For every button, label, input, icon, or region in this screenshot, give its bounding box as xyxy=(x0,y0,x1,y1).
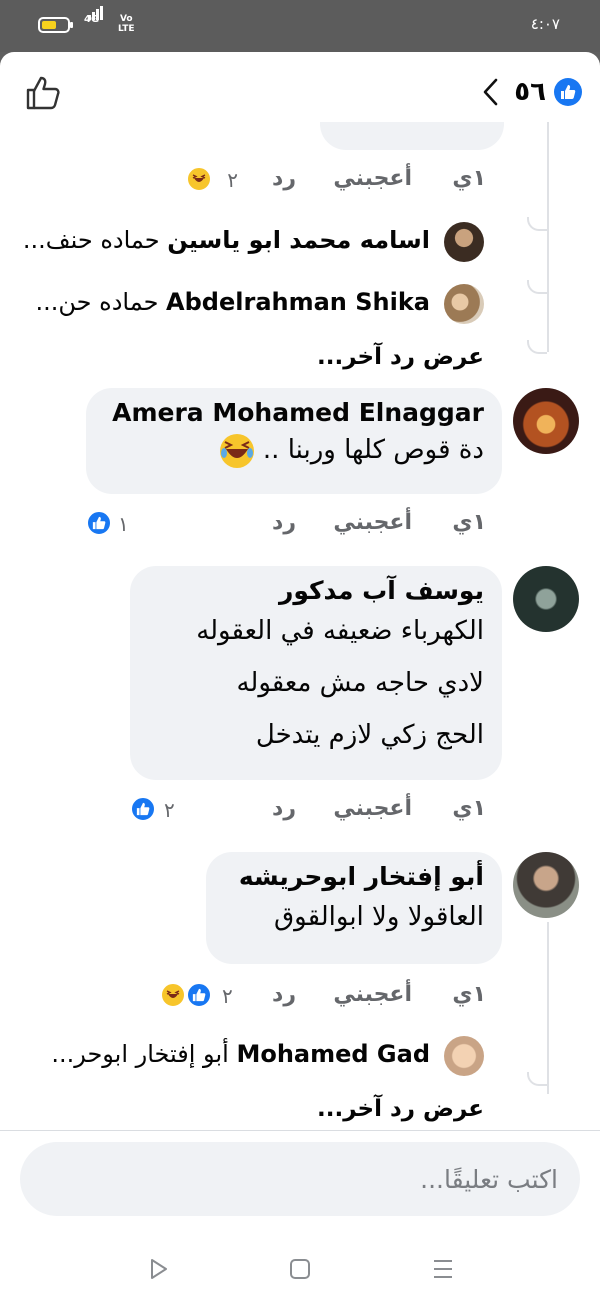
haha-reaction-icon xyxy=(186,166,212,192)
clock: ٤:٠٧ xyxy=(530,15,560,33)
reaction-summary[interactable]: ٥٦ xyxy=(478,76,582,108)
comment-input[interactable] xyxy=(20,1142,580,1216)
comment-actions: ١ي أعجبني رد ٢ xyxy=(130,796,486,830)
comment-text: دة قوص كلها وربنا .. xyxy=(104,427,484,473)
like-reaction-icon xyxy=(86,510,112,536)
comment-bubble[interactable]: يوسف آب مدكور الكهرباء ضعيفه في العقوله … xyxy=(130,566,502,780)
comment-time: ١ي xyxy=(452,982,486,1007)
reaction-count: ١ xyxy=(118,512,129,536)
system-nav-bar xyxy=(0,1242,600,1300)
thread-line xyxy=(547,922,549,1094)
back-nav-icon[interactable] xyxy=(145,1256,171,1282)
haha-reaction-icon xyxy=(160,982,186,1008)
battery-icon xyxy=(38,17,73,33)
reply-author: اسامه محمد ابو ياسين xyxy=(167,226,430,254)
status-bar: 4G Vo LTE ٤:٠٧ xyxy=(0,0,600,52)
comment-text-line: الحج زكي لازم يتدخل xyxy=(255,720,484,750)
comment-actions: ١ي أعجبني رد ١ xyxy=(86,510,486,544)
reply-text: أبو إفتخار ابوحر... xyxy=(51,1040,229,1068)
thumbs-up-outline-icon xyxy=(26,76,60,110)
thread-branch xyxy=(527,217,547,231)
comment-time: ١ي xyxy=(452,796,486,821)
reaction-count: ٥٦ xyxy=(514,77,546,107)
chevron-left-icon[interactable] xyxy=(478,77,504,107)
comment-author[interactable]: أبو إفتخار ابوحريشه xyxy=(224,862,484,891)
comment-text-line: الكهرباء ضعيفه في العقوله xyxy=(196,616,484,646)
like-button[interactable]: أعجبني xyxy=(333,796,412,821)
comment-bubble[interactable] xyxy=(320,122,504,150)
comment-actions: ١ي أعجبني رد ٢ xyxy=(160,982,486,1016)
menu-nav-icon[interactable] xyxy=(430,1256,456,1282)
comment-author[interactable]: Amera Mohamed Elnaggar xyxy=(104,398,484,427)
avatar[interactable] xyxy=(444,1036,484,1076)
reaction-count: ٢ xyxy=(222,984,233,1008)
like-reaction-icon xyxy=(554,78,582,106)
like-button[interactable]: أعجبني xyxy=(333,982,412,1007)
view-more-replies[interactable]: عرض رد آخر... xyxy=(317,344,484,370)
volte-indicator: Vo LTE xyxy=(118,14,135,34)
thread-line xyxy=(547,122,549,222)
avatar[interactable] xyxy=(444,284,484,324)
reply-preview[interactable]: Mohamed Gad أبو إفتخار ابوحر... xyxy=(51,1040,430,1068)
like-reaction-icon xyxy=(186,982,212,1008)
comment-time: ١ي xyxy=(452,166,486,191)
thread-branch xyxy=(527,1072,547,1086)
avatar[interactable] xyxy=(513,852,579,918)
comment-time: ١ي xyxy=(452,510,486,535)
like-post-button[interactable] xyxy=(24,74,62,112)
avatar[interactable] xyxy=(513,388,579,454)
comments-sheet: ٥٦ ١ي أعجبني رد ٢ اسامه محمد ابو ياسين ح… xyxy=(0,52,600,1300)
comment-bubble[interactable]: أبو إفتخار ابوحريشه العاقولا ولا ابوالقو… xyxy=(206,852,502,964)
thread-branch xyxy=(527,340,547,354)
reply-author: Abdelrahman Shika xyxy=(166,288,430,316)
like-button[interactable]: أعجبني xyxy=(333,166,412,191)
home-nav-icon[interactable] xyxy=(287,1256,313,1282)
comment-actions: ١ي أعجبني رد ٢ xyxy=(186,166,486,200)
like-reaction-icon xyxy=(130,796,156,822)
reply-button[interactable]: رد xyxy=(272,510,296,535)
comment-composer[interactable] xyxy=(20,1142,580,1216)
thread-line xyxy=(547,222,549,352)
comment-text-line: لادي حاجه مش معقوله xyxy=(236,668,484,698)
reply-author: Mohamed Gad xyxy=(236,1040,430,1068)
reply-button[interactable]: رد xyxy=(272,796,296,821)
reaction-count: ٢ xyxy=(227,168,238,192)
reply-text: حماده حن... xyxy=(35,288,159,316)
laughing-emoji-icon xyxy=(219,433,254,468)
avatar[interactable] xyxy=(444,222,484,262)
divider xyxy=(0,1130,600,1131)
reply-text: حماده حنف... xyxy=(22,226,160,254)
comment-author[interactable]: يوسف آب مدكور xyxy=(148,576,484,605)
reaction-count: ٢ xyxy=(164,798,175,822)
comment-bubble[interactable]: Amera Mohamed Elnaggar دة قوص كلها وربنا… xyxy=(86,388,502,494)
reply-preview[interactable]: اسامه محمد ابو ياسين حماده حنف... xyxy=(23,226,430,254)
view-more-replies[interactable]: عرض رد آخر... xyxy=(317,1096,484,1122)
avatar[interactable] xyxy=(513,566,579,632)
like-button[interactable]: أعجبني xyxy=(333,510,412,535)
thread-branch xyxy=(527,280,547,294)
reply-preview[interactable]: Abdelrahman Shika حماده حن... xyxy=(36,288,431,316)
comments-header: ٥٦ xyxy=(0,52,600,122)
comment-text: العاقولا ولا ابوالقوق xyxy=(273,902,484,932)
comments-list: ١ي أعجبني رد ٢ اسامه محمد ابو ياسين حماد… xyxy=(0,122,600,1130)
reply-button[interactable]: رد xyxy=(272,982,296,1007)
reply-button[interactable]: رد xyxy=(272,166,296,191)
